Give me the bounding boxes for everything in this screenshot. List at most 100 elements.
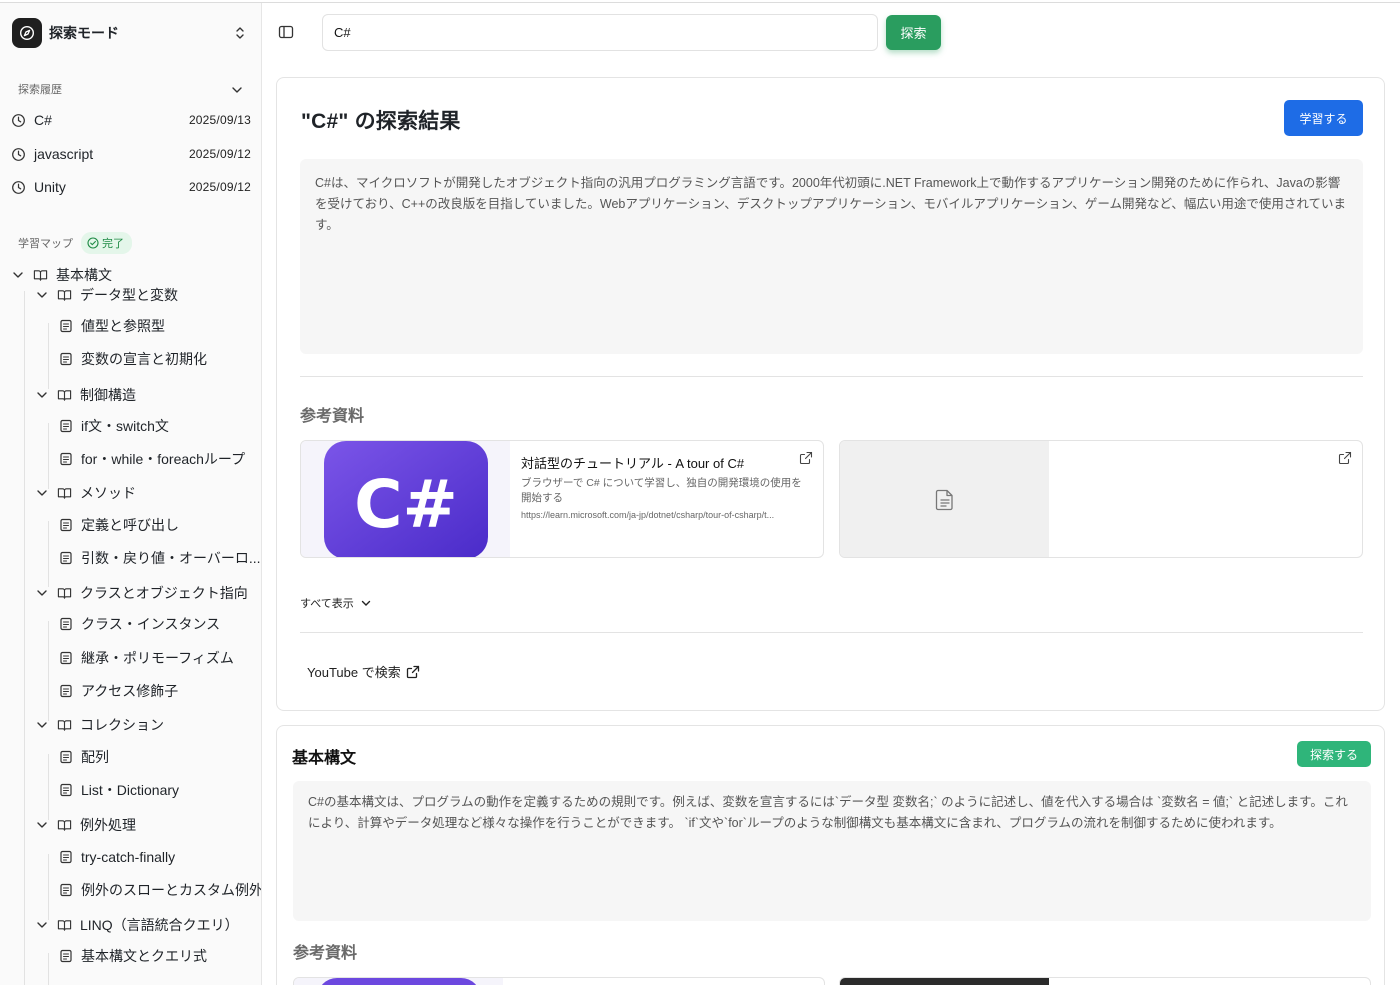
document-icon [60, 319, 72, 333]
tree-node-label: 値型と参照型 [81, 318, 165, 334]
svg-text:C#: C# [354, 466, 458, 543]
topic-card: 基本構文 探索する C#の基本構文は、プログラムの動作を定義するための規則です。… [276, 725, 1385, 985]
history-item[interactable]: C# 2025/09/13 [11, 107, 251, 133]
tree-node-label: 引数・戻り値・オーバーロ... [81, 550, 261, 566]
sidebar-toggle-icon[interactable] [278, 24, 294, 40]
tree-node-leaf[interactable]: 例外のスローとカスタム例外 [59, 878, 261, 902]
tree-node-leaf[interactable]: クラス・インスタンス [59, 612, 220, 636]
tree-node-branch[interactable]: データ型と変数 [35, 283, 178, 307]
tree-node-label: メソッド [80, 485, 136, 501]
history-item-label: javascript [34, 146, 94, 162]
tree-node-label: コレクション [80, 717, 164, 733]
history-item[interactable]: javascript 2025/09/12 [11, 141, 251, 167]
tree-node-leaf[interactable]: 変数の宣言と初期化 [59, 347, 207, 371]
tree-guide-line [48, 621, 49, 721]
book-icon [57, 919, 72, 931]
document-icon [60, 551, 72, 565]
reference-title: 対話型のチュートリアル - A tour of C# [521, 456, 745, 471]
tree-node-leaf[interactable]: 配列 [59, 745, 109, 769]
check-circle-icon [87, 237, 99, 249]
chevron-down-icon [361, 600, 370, 606]
chevron-down-icon [37, 722, 47, 728]
tree-node-label: List・Dictionary [81, 782, 180, 798]
chevron-down-icon [37, 922, 47, 928]
history-item-date: 2025/09/12 [188, 147, 251, 161]
document-icon [60, 651, 72, 665]
tree-node-leaf[interactable]: 引数・戻り値・オーバーロ... [59, 546, 261, 570]
tree-node-label: クラス・インスタンス [81, 616, 221, 632]
search-input[interactable] [322, 14, 878, 51]
tree-node-label: LINQ（言語統合クエリ） [80, 917, 239, 933]
tree-guide-line [48, 521, 49, 587]
topic-summary-text: C#の基本構文は、プログラムの動作を定義するための規則です。例えば、変数を宣言す… [293, 781, 1371, 921]
search-button[interactable]: 探索 [886, 15, 941, 50]
tree-node-leaf[interactable]: for・while・foreachループ [59, 447, 245, 471]
references-heading: 参考資料 [293, 945, 358, 962]
history-item-date: 2025/09/12 [188, 180, 251, 194]
history-item[interactable]: Unity 2025/09/12 [11, 174, 251, 200]
reference-card[interactable] [839, 440, 1363, 558]
tree-node-branch[interactable]: 制御構造 [35, 383, 136, 407]
reference-card[interactable] [293, 977, 825, 985]
tree-node-branch[interactable]: 例外処理 [35, 813, 136, 837]
document-icon [60, 783, 72, 797]
page-title: "C#" の探索結果 [301, 110, 461, 133]
csharp-logo: C# [324, 441, 488, 557]
tree-guide-line [48, 423, 49, 489]
book-icon [57, 587, 72, 599]
tree-node-label: 変数の宣言と初期化 [81, 351, 207, 367]
tree-node-label: 例外処理 [80, 817, 136, 833]
tree-node-branch[interactable]: クラスとオブジェクト指向 [35, 581, 248, 605]
chevron-down-icon [13, 272, 23, 278]
history-item-date: 2025/09/13 [188, 113, 251, 127]
tree-node-label: アクセス修飾子 [81, 683, 179, 699]
tree-node-leaf[interactable]: 定義と呼び出し [59, 513, 179, 537]
chevron-up-down-icon [236, 27, 244, 39]
tree-node-label: if文・switch文 [81, 418, 169, 434]
tree-guide-line [48, 754, 49, 820]
tree-node-branch[interactable]: コレクション [35, 713, 164, 737]
result-card: "C#" の探索結果 学習する C#は、マイクロソフトが開発したオブジェクト指向… [276, 77, 1385, 711]
document-icon [60, 452, 72, 466]
mode-label: 探索モード [49, 25, 119, 41]
tree-node-leaf[interactable]: try-catch-finally [59, 845, 175, 869]
external-link-icon [1338, 451, 1352, 465]
tree-node-label: 制御構造 [80, 387, 136, 403]
reference-card[interactable]: C# 対話型のチュートリアル - A tour of C# ブラウザーで C# … [300, 440, 824, 558]
explore-button[interactable]: 探索する [1297, 741, 1371, 767]
tree-node-label: 配列 [81, 749, 109, 765]
tree-node-leaf[interactable]: アクセス修飾子 [59, 679, 178, 703]
tree-node-branch[interactable]: メソッド [35, 481, 136, 505]
reference-thumbnail-placeholder [840, 441, 1049, 557]
tree-node-label: データ型と変数 [80, 287, 178, 303]
tree-guide-line [24, 291, 25, 985]
tree-node-leaf[interactable]: 基本構文とクエリ式 [59, 944, 207, 968]
tree-node-leaf[interactable]: 値型と参照型 [59, 314, 165, 338]
mode-switcher[interactable]: 探索モード [8, 13, 254, 53]
summary-text: C#は、マイクロソフトが開発したオブジェクト指向の汎用プログラミング言語です。2… [300, 159, 1363, 354]
document-icon [60, 883, 72, 897]
show-all-toggle[interactable]: すべて表示 [300, 595, 373, 611]
reference-thumbnail: C# [301, 441, 510, 557]
tree-node-branch[interactable]: LINQ（言語統合クエリ） [35, 913, 239, 937]
tree-node-leaf[interactable]: 継承・ポリモーフィズム [59, 646, 234, 670]
book-icon [57, 487, 72, 499]
reference-card[interactable] [839, 977, 1371, 985]
book-icon [57, 819, 72, 831]
topic-title: 基本構文 [292, 750, 357, 767]
tree-node-label: 定義と呼び出し [81, 517, 179, 533]
youtube-search-link[interactable]: YouTube で検索 [307, 662, 420, 681]
learn-button[interactable]: 学習する [1284, 100, 1363, 136]
history-heading: 探索履歴 [18, 84, 62, 96]
book-icon [33, 269, 48, 281]
tree-node-label: 基本構文とクエリ式 [81, 948, 207, 964]
tree-node-label: クラスとオブジェクト指向 [80, 585, 248, 601]
book-icon [57, 389, 72, 401]
document-icon [935, 489, 953, 511]
tree-node-leaf[interactable]: List・Dictionary [59, 778, 179, 802]
tree-node-leaf[interactable]: if文・switch文 [59, 414, 169, 438]
chevron-down-icon[interactable] [230, 83, 244, 97]
document-icon [60, 850, 72, 864]
book-icon [57, 289, 72, 301]
tree-guide-line [48, 953, 49, 985]
